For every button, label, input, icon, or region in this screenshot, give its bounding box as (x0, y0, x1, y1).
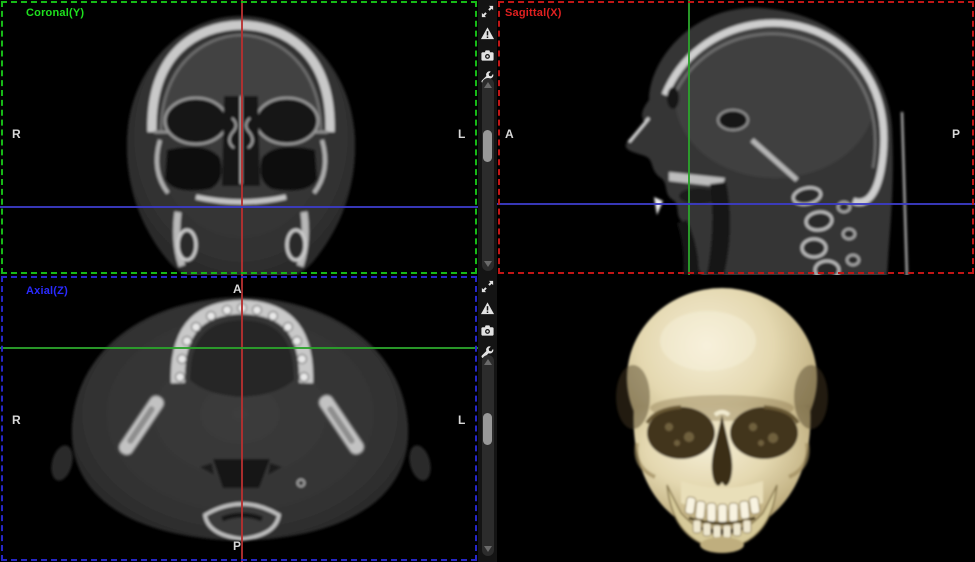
scroll-down-arrow[interactable] (484, 546, 492, 552)
control-strip-bottom (478, 275, 497, 562)
scroll-down-arrow[interactable] (484, 261, 492, 267)
scroll-up-arrow[interactable] (484, 82, 492, 88)
sagittal-ct-image (497, 0, 975, 275)
viewport-sagittal[interactable]: Sagittal(X) A P (497, 0, 975, 275)
coronal-title: Coronal(Y) (26, 7, 84, 19)
coronal-crosshair-horizontal[interactable] (0, 206, 478, 208)
coronal-ct-image (0, 0, 478, 275)
skull-3d-render (497, 275, 975, 562)
sagittal-title: Sagittal(X) (505, 7, 562, 19)
control-strip-top (478, 0, 497, 275)
slice-scrollbar-thumb[interactable] (483, 413, 492, 445)
camera-icon[interactable] (478, 319, 497, 341)
viewport-coronal[interactable]: Coronal(Y) R L (0, 0, 478, 275)
expand-icon[interactable] (478, 0, 497, 22)
axial-orientation-top: A (233, 282, 242, 296)
warning-icon[interactable] (478, 297, 497, 319)
viewport-3d-volume[interactable] (497, 275, 975, 562)
warning-icon[interactable] (478, 22, 497, 44)
axial-crosshair-vertical[interactable] (241, 275, 243, 562)
coronal-orientation-left: R (12, 127, 21, 141)
dicom-viewer: Coronal(Y) R L (0, 0, 975, 562)
slice-scrollbar-thumb[interactable] (483, 130, 492, 162)
scroll-up-arrow[interactable] (484, 359, 492, 365)
coronal-orientation-right: L (458, 127, 465, 141)
slice-scrollbar-track-top[interactable] (482, 78, 494, 271)
axial-orientation-bottom: P (233, 539, 241, 553)
camera-icon[interactable] (478, 44, 497, 66)
axial-orientation-right: L (458, 413, 465, 427)
expand-icon[interactable] (478, 275, 497, 297)
sagittal-orientation-left: A (505, 127, 514, 141)
viewport-axial[interactable]: Axial(Z) R L A P (0, 275, 478, 562)
sagittal-crosshair-horizontal[interactable] (497, 203, 975, 205)
sagittal-crosshair-vertical[interactable] (688, 0, 690, 275)
slice-scrollbar-track-bottom[interactable] (482, 355, 494, 556)
axial-title: Axial(Z) (26, 285, 68, 297)
axial-crosshair-horizontal[interactable] (0, 347, 478, 349)
axial-orientation-left: R (12, 413, 21, 427)
axial-ct-image (0, 275, 478, 562)
coronal-crosshair-vertical[interactable] (241, 0, 243, 275)
sagittal-orientation-right: P (952, 127, 960, 141)
